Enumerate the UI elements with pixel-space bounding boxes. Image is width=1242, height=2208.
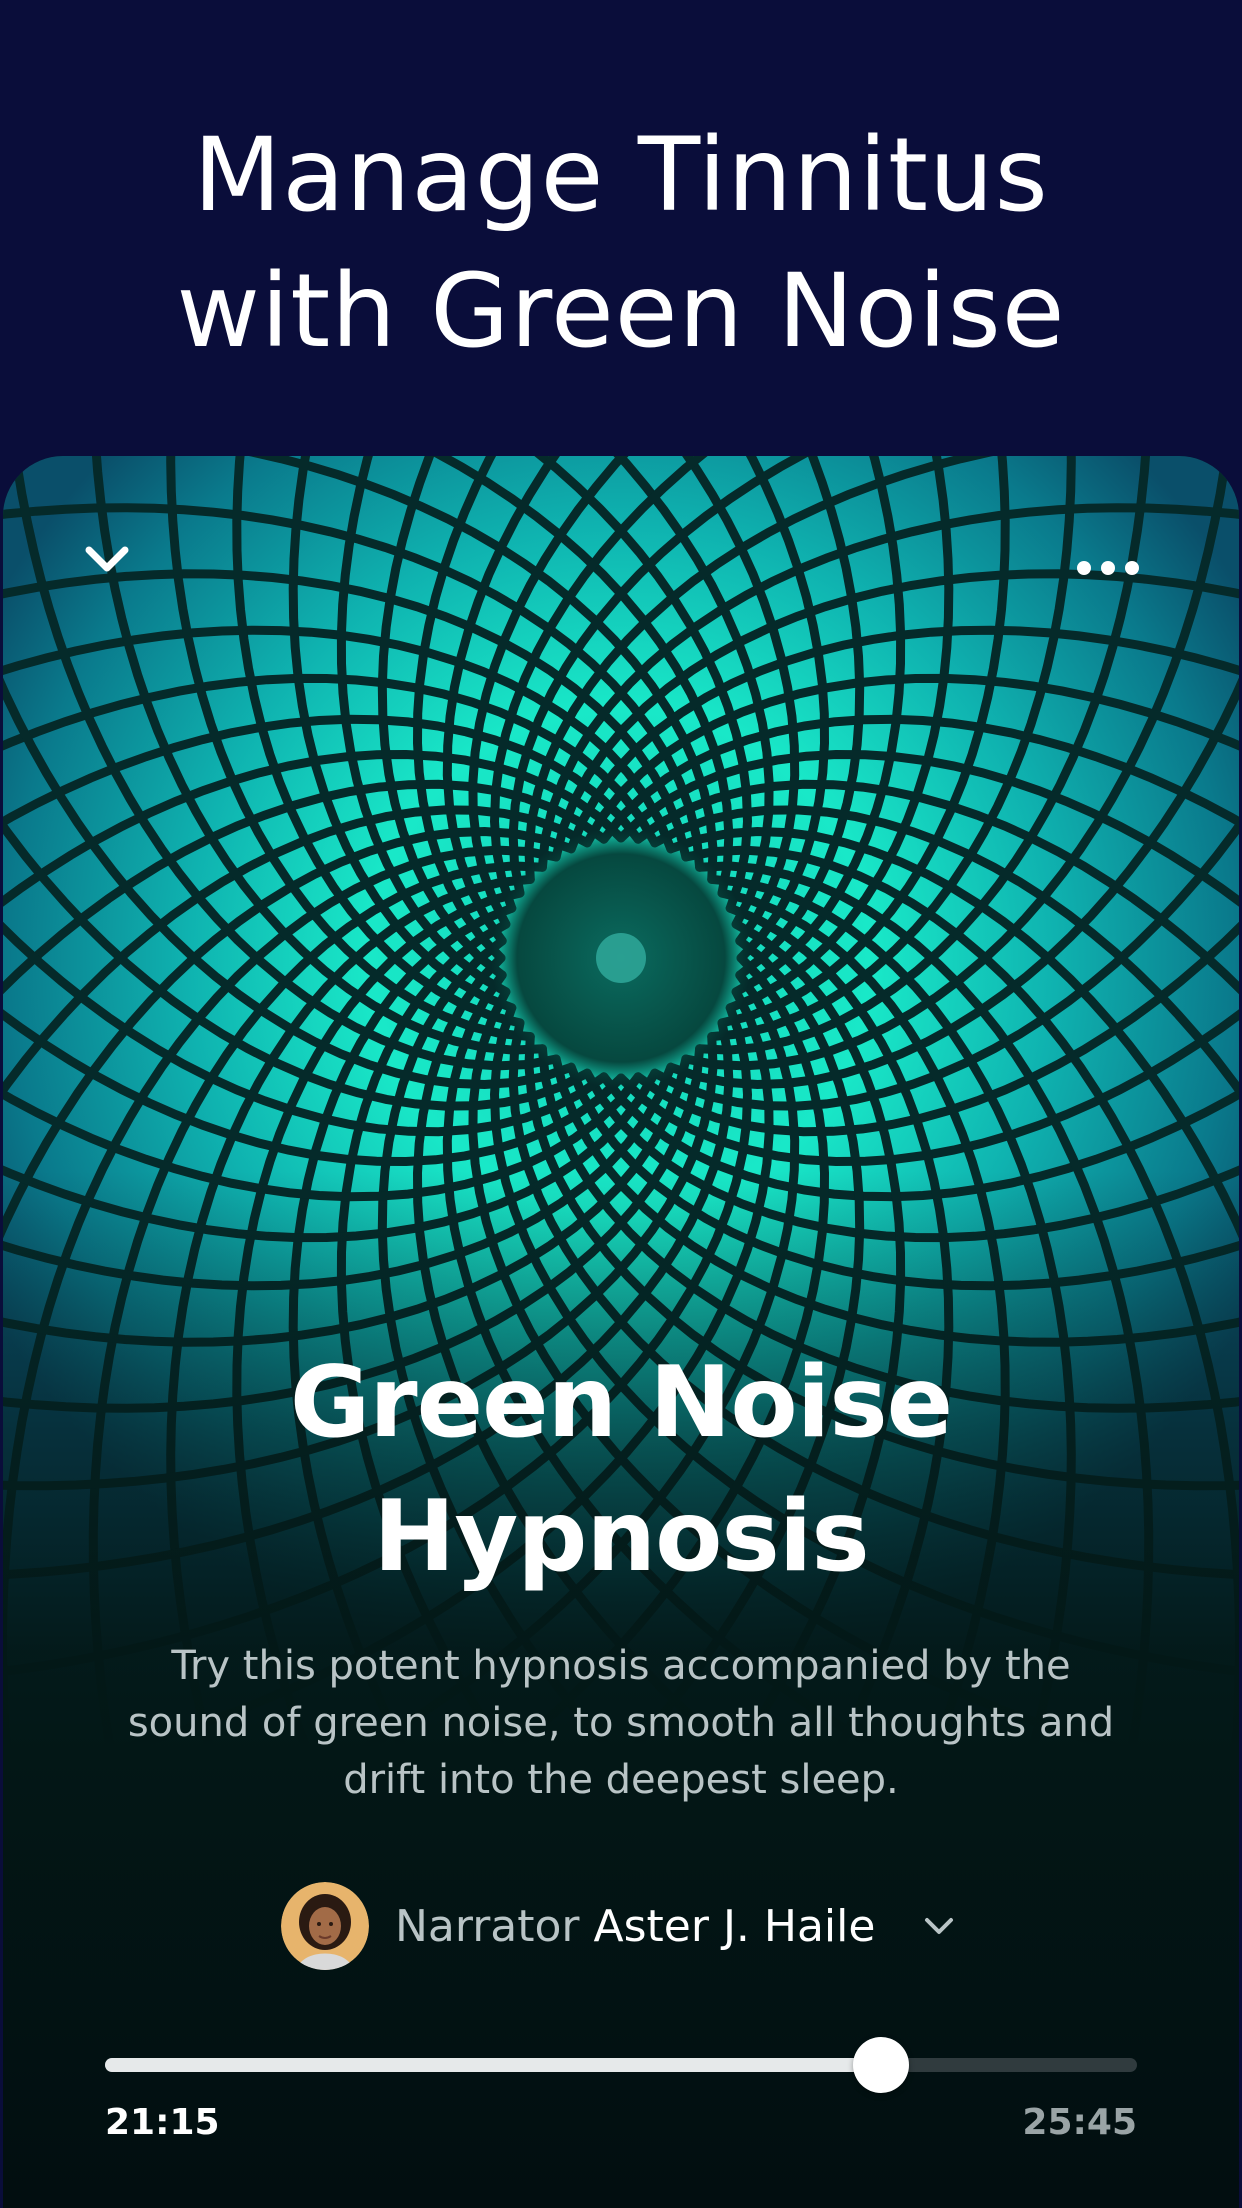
promo-title: Manage Tinnitus with Green Noise <box>176 116 1066 371</box>
chevron-down-icon <box>925 1918 954 1934</box>
player-card: Green Noise Hypnosis Try this potent hyp… <box>3 456 1239 2208</box>
narrator-avatar <box>281 1882 369 1970</box>
progress-fill <box>105 2058 882 2072</box>
session-description: Try this potent hypnosis accompanied by … <box>127 1643 1115 1803</box>
promo-header: Manage Tinnitus with Green Noise <box>0 0 1242 456</box>
collapse-button[interactable] <box>75 528 139 592</box>
more-horizontal-icon <box>1077 561 1139 575</box>
time-elapsed: 21:15 <box>105 2102 220 2143</box>
narrator-name: Aster J. Haile <box>593 1900 876 1952</box>
chevron-down-icon <box>85 546 129 572</box>
narrator-selector[interactable]: Narrator Aster J. Haile <box>281 1882 957 1970</box>
narrator-label: Narrator <box>395 1900 580 1952</box>
more-options-button[interactable] <box>1063 548 1153 588</box>
narrator-text: Narrator Aster J. Haile <box>395 1901 875 1952</box>
progress-thumb[interactable] <box>853 2037 910 2093</box>
time-total: 25:45 <box>1022 2102 1137 2143</box>
session-title: Green Noise Hypnosis <box>289 1346 953 1594</box>
progress-slider[interactable] <box>105 2037 1137 2093</box>
